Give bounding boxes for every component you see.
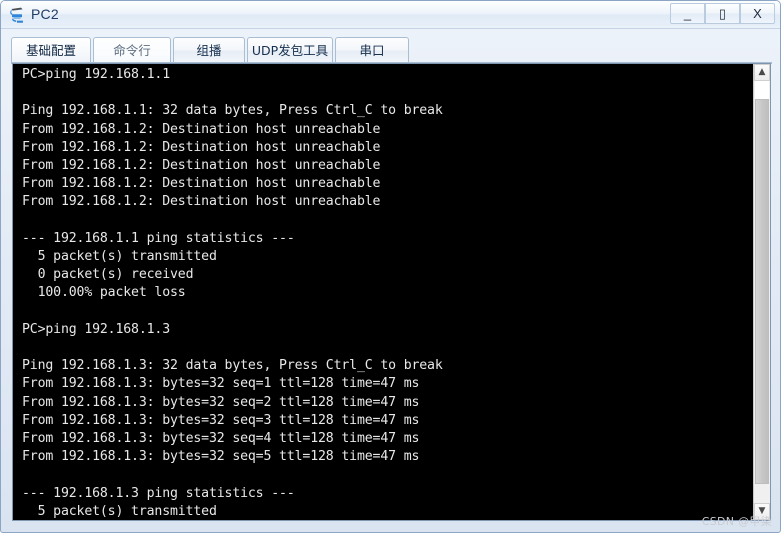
watermark-label: CSDN @甲染: [701, 515, 772, 528]
tab-label: UDP发包工具: [251, 43, 329, 58]
tab-0[interactable]: 基础配置: [11, 37, 91, 63]
title-bar: PC2 _ ▯ X: [1, 1, 780, 29]
minimize-button[interactable]: _: [670, 3, 705, 24]
pc-device-icon: [8, 5, 28, 25]
chevron-up-icon: ▲: [758, 67, 766, 77]
scrollbar-track-top[interactable]: [755, 81, 769, 99]
window-title: PC2: [31, 6, 59, 22]
scroll-up-button[interactable]: ▲: [754, 64, 770, 81]
tab-label: 基础配置: [25, 43, 76, 58]
minimize-icon: _: [683, 6, 692, 21]
terminal-scrollbar[interactable]: ▲ ▼: [753, 64, 770, 520]
maximize-icon: ▯: [718, 6, 727, 21]
tab-4[interactable]: 串口: [335, 37, 409, 63]
close-icon: X: [753, 6, 762, 21]
tab-strip: 基础配置 命令行 组播 UDP发包工具 串口: [11, 37, 772, 63]
tab-1[interactable]: 命令行: [93, 37, 171, 63]
maximize-button[interactable]: ▯: [705, 3, 740, 24]
tab-2[interactable]: 组播: [173, 37, 245, 63]
close-button[interactable]: X: [740, 3, 775, 24]
tab-label: 串口: [359, 43, 385, 58]
terminal-output[interactable]: PC>ping 192.168.1.1 Ping 192.168.1.1: 32…: [13, 64, 754, 520]
terminal-text: PC>ping 192.168.1.1 Ping 192.168.1.1: 32…: [22, 67, 443, 519]
tab-label: 组播: [196, 43, 222, 58]
scrollbar-thumb[interactable]: [755, 99, 769, 484]
tab-label: 命令行: [113, 43, 151, 58]
tab-3[interactable]: UDP发包工具: [247, 37, 333, 63]
command-line-panel: PC>ping 192.168.1.1 Ping 192.168.1.1: 32…: [12, 63, 771, 521]
pc2-window: PC2 _ ▯ X 基础配置 命令行 组播 UDP发包工具 串口 PC>ping 192…: [0, 0, 781, 533]
